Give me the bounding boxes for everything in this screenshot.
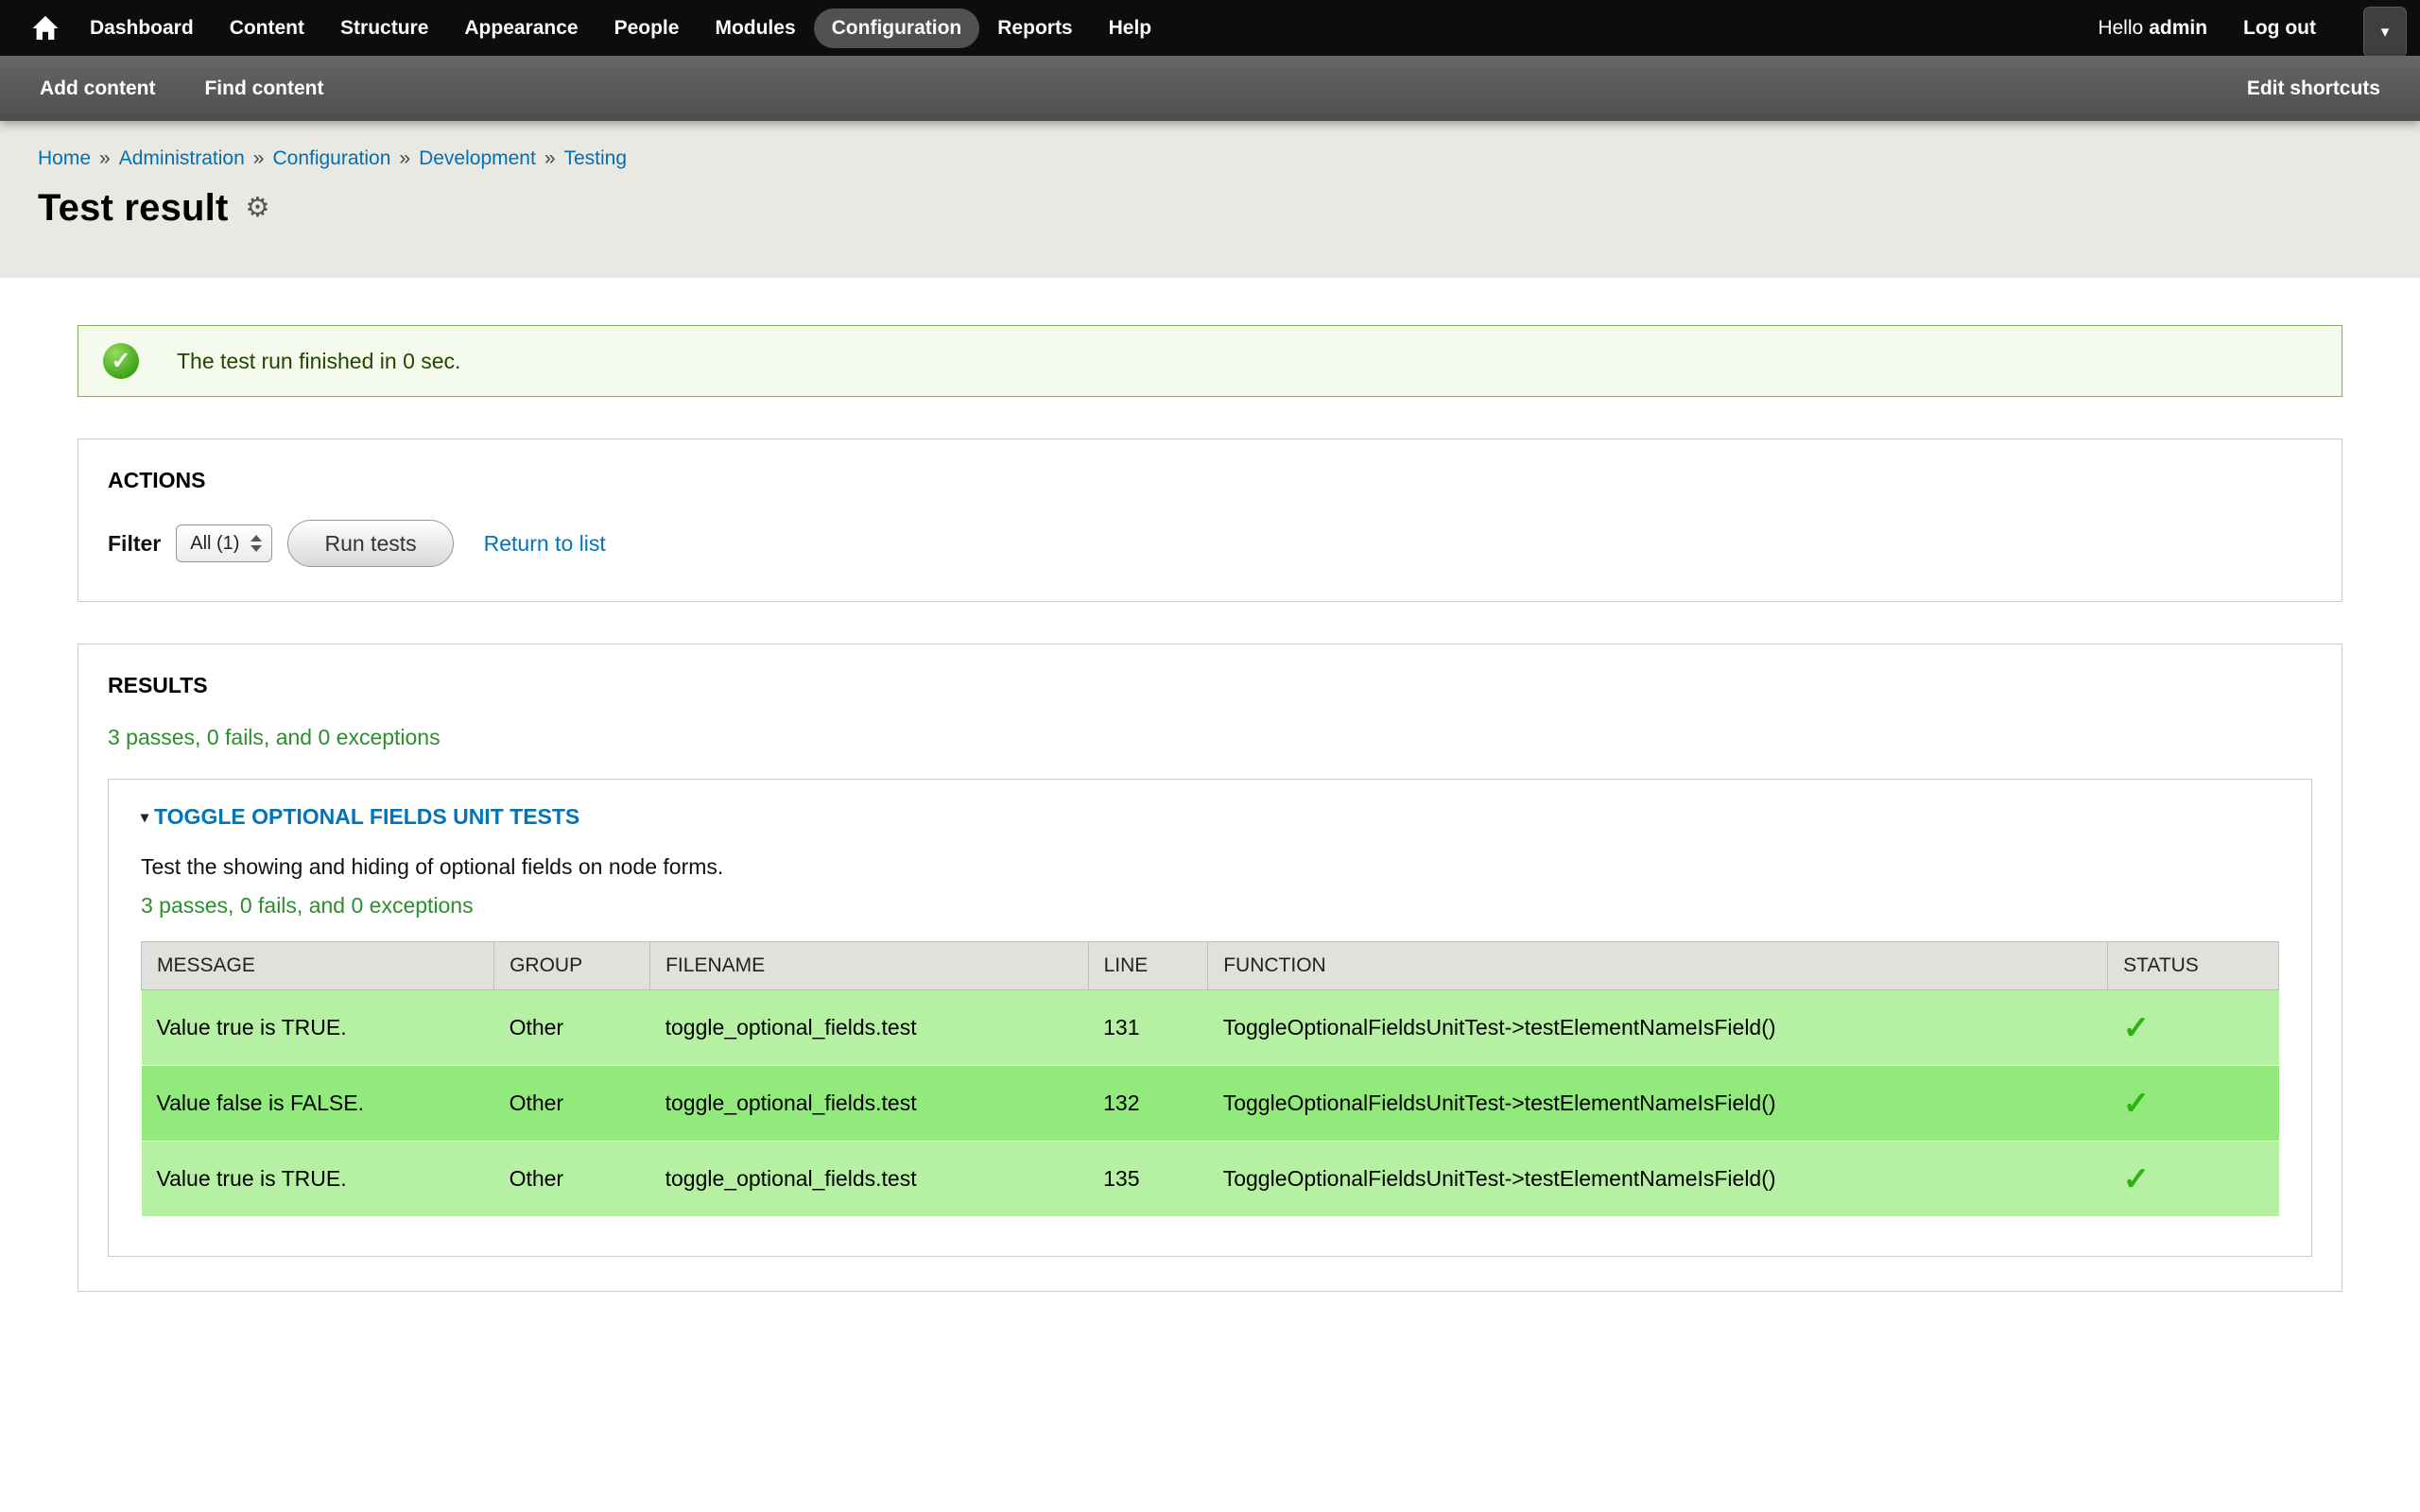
breadcrumb-separator: » bbox=[544, 147, 556, 170]
status-message-text: The test run finished in 0 sec. bbox=[177, 349, 460, 374]
pass-check-icon: ✓ bbox=[2108, 1142, 2279, 1217]
breadcrumb-home[interactable]: Home bbox=[38, 147, 91, 170]
cell-filename: toggle_optional_fields.test bbox=[650, 990, 1089, 1066]
breadcrumb-separator: » bbox=[399, 147, 410, 170]
toolbar-item-help[interactable]: Help bbox=[1091, 9, 1170, 48]
filter-select[interactable]: All (1) bbox=[176, 524, 272, 562]
user-greeting: Helloadmin bbox=[2098, 17, 2207, 40]
test-group-fieldset: ▾ TOGGLE OPTIONAL FIELDS UNIT TESTS Test… bbox=[108, 779, 2312, 1257]
results-table-body: Value true is TRUE. Other toggle_optiona… bbox=[142, 990, 2279, 1217]
cell-line: 135 bbox=[1088, 1142, 1208, 1217]
toolbar-item-modules[interactable]: Modules bbox=[697, 9, 813, 48]
breadcrumb-administration[interactable]: Administration bbox=[119, 147, 245, 170]
cell-line: 132 bbox=[1088, 1066, 1208, 1142]
cell-message: Value false is FALSE. bbox=[142, 1066, 494, 1142]
status-message: ✓ The test run finished in 0 sec. bbox=[78, 325, 2342, 397]
cell-filename: toggle_optional_fields.test bbox=[650, 1142, 1089, 1217]
collapse-arrow-icon: ▾ bbox=[141, 808, 148, 827]
table-row: Value true is TRUE. Other toggle_optiona… bbox=[142, 990, 2279, 1066]
breadcrumb-separator: » bbox=[253, 147, 265, 170]
home-icon[interactable] bbox=[19, 0, 72, 56]
pass-check-icon: ✓ bbox=[2108, 990, 2279, 1066]
header-group: GROUP bbox=[494, 942, 650, 990]
test-group-description: Test the showing and hiding of optional … bbox=[141, 854, 2279, 880]
cell-message: Value true is TRUE. bbox=[142, 1142, 494, 1217]
cell-function: ToggleOptionalFieldsUnitTest->testElemen… bbox=[1208, 1142, 2108, 1217]
shortcut-add-content[interactable]: Add content bbox=[40, 77, 155, 100]
toolbar-menu: Dashboard Content Structure Appearance P… bbox=[72, 9, 1169, 48]
cell-message: Value true is TRUE. bbox=[142, 990, 494, 1066]
toolbar-item-dashboard[interactable]: Dashboard bbox=[72, 9, 212, 48]
table-row: Value false is FALSE. Other toggle_optio… bbox=[142, 1066, 2279, 1142]
chevron-down-icon: ▾ bbox=[2381, 23, 2390, 42]
cell-group: Other bbox=[494, 1142, 650, 1217]
return-to-list-link[interactable]: Return to list bbox=[484, 531, 606, 557]
breadcrumb-development[interactable]: Development bbox=[419, 147, 536, 170]
cell-filename: toggle_optional_fields.test bbox=[650, 1066, 1089, 1142]
breadcrumb-separator: » bbox=[99, 147, 111, 170]
cell-function: ToggleOptionalFieldsUnitTest->testElemen… bbox=[1208, 1066, 2108, 1142]
header-line: LINE bbox=[1088, 942, 1208, 990]
breadcrumb-configuration[interactable]: Configuration bbox=[272, 147, 390, 170]
test-group-title[interactable]: ▾ TOGGLE OPTIONAL FIELDS UNIT TESTS bbox=[141, 804, 2279, 830]
test-group-summary: 3 passes, 0 fails, and 0 exceptions bbox=[141, 893, 2279, 919]
results-table-header-row: MESSAGE GROUP FILENAME LINE FUNCTION STA… bbox=[142, 942, 2279, 990]
check-circle-icon: ✓ bbox=[103, 343, 139, 379]
header-status: STATUS bbox=[2108, 942, 2279, 990]
shortcut-bar: Add content Find content Edit shortcuts bbox=[0, 56, 2420, 121]
breadcrumb-testing[interactable]: Testing bbox=[564, 147, 628, 170]
contextual-gear-icon[interactable]: ⚙ bbox=[246, 195, 270, 222]
shortcut-find-content[interactable]: Find content bbox=[204, 77, 323, 100]
actions-panel: ACTIONS Filter All (1) Run tests Return … bbox=[78, 438, 2342, 602]
logout-link[interactable]: Log out bbox=[2243, 17, 2316, 40]
toolbar-item-configuration[interactable]: Configuration bbox=[814, 9, 980, 48]
test-group-title-text: TOGGLE OPTIONAL FIELDS UNIT TESTS bbox=[154, 804, 579, 830]
edit-shortcuts-link[interactable]: Edit shortcuts bbox=[2247, 77, 2380, 99]
username: admin bbox=[2149, 17, 2207, 39]
cell-function: ToggleOptionalFieldsUnitTest->testElemen… bbox=[1208, 990, 2108, 1066]
cell-group: Other bbox=[494, 990, 650, 1066]
breadcrumb: Home » Administration » Configuration » … bbox=[38, 147, 2382, 170]
toolbar-item-content[interactable]: Content bbox=[212, 9, 322, 48]
table-row: Value true is TRUE. Other toggle_optiona… bbox=[142, 1142, 2279, 1217]
header-message: MESSAGE bbox=[142, 942, 494, 990]
header-filename: FILENAME bbox=[650, 942, 1089, 990]
results-legend: RESULTS bbox=[108, 673, 2312, 698]
run-tests-button[interactable]: Run tests bbox=[287, 520, 453, 567]
results-table: MESSAGE GROUP FILENAME LINE FUNCTION STA… bbox=[141, 941, 2279, 1216]
cell-group: Other bbox=[494, 1066, 650, 1142]
main-content: ✓ The test run finished in 0 sec. ACTION… bbox=[0, 325, 2420, 1292]
results-panel: RESULTS 3 passes, 0 fails, and 0 excepti… bbox=[78, 644, 2342, 1292]
toolbar-item-people[interactable]: People bbox=[596, 9, 698, 48]
pass-check-icon: ✓ bbox=[2108, 1066, 2279, 1142]
filter-label: Filter bbox=[108, 531, 161, 557]
actions-legend: ACTIONS bbox=[108, 468, 2312, 493]
page-header: Home » Administration » Configuration » … bbox=[0, 121, 2420, 278]
filter-select-value: All (1) bbox=[190, 533, 239, 555]
select-stepper-icon bbox=[251, 535, 262, 552]
toolbar-drawer-toggle-button[interactable]: ▾ bbox=[2363, 7, 2407, 58]
toolbar-item-appearance[interactable]: Appearance bbox=[446, 9, 596, 48]
admin-toolbar: Dashboard Content Structure Appearance P… bbox=[0, 0, 2420, 56]
page-title: Test result bbox=[38, 187, 229, 230]
toolbar-item-structure[interactable]: Structure bbox=[322, 9, 446, 48]
cell-line: 131 bbox=[1088, 990, 1208, 1066]
header-function: FUNCTION bbox=[1208, 942, 2108, 990]
results-summary: 3 passes, 0 fails, and 0 exceptions bbox=[108, 725, 2312, 750]
toolbar-item-reports[interactable]: Reports bbox=[979, 9, 1090, 48]
